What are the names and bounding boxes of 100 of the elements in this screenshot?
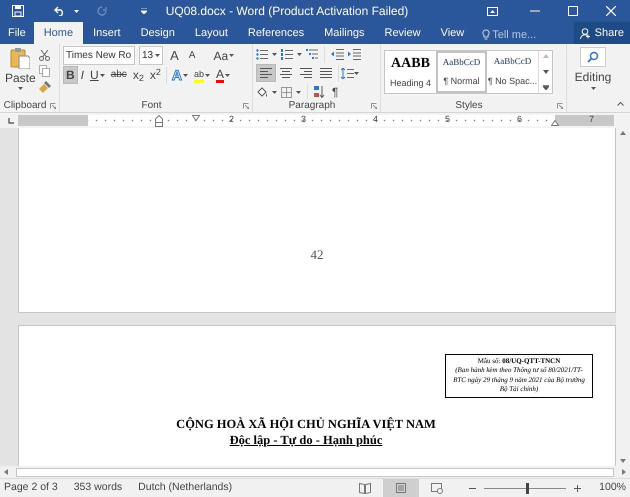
scroll-left-icon[interactable] <box>4 469 8 475</box>
superscript-button[interactable]: x$^{2}$ <box>146 66 164 84</box>
scroll-up-icon[interactable] <box>620 131 626 135</box>
caret-icon[interactable] <box>155 54 160 57</box>
scroll-right-icon[interactable] <box>622 469 626 475</box>
numbering-icon[interactable] <box>281 49 293 60</box>
ribbon-display-options-icon[interactable] <box>487 6 498 16</box>
style-option[interactable]: AaBbCcD ¶ Normal <box>436 51 487 93</box>
align-right-icon <box>300 68 312 78</box>
ruler-number: 4 <box>373 114 378 125</box>
dialog-launcher-icon[interactable] <box>371 103 377 109</box>
maximize-icon[interactable] <box>568 6 578 16</box>
caret-icon[interactable] <box>100 74 105 76</box>
caret-icon[interactable] <box>18 87 23 90</box>
print-layout-icon <box>395 482 408 494</box>
paste-button[interactable]: Paste <box>3 46 38 96</box>
align-left-icon <box>260 68 272 78</box>
ribbon-tab[interactable]: Home <box>34 22 84 44</box>
word-count[interactable]: 353 words <box>74 480 122 496</box>
caret-icon[interactable] <box>204 74 210 76</box>
close-icon[interactable] <box>606 6 616 16</box>
scroll-down-icon[interactable] <box>620 459 626 463</box>
ruler-number: 3 <box>301 114 306 125</box>
dialog-launcher-icon[interactable] <box>557 103 563 109</box>
document-subheading: Độc lập - Tự do - Hạnh phúc <box>230 432 382 447</box>
caret-icon[interactable] <box>297 53 302 56</box>
paintbrush-icon[interactable] <box>38 81 51 93</box>
underline-button[interactable]: U <box>87 66 108 84</box>
tab-selector-icon[interactable] <box>8 118 14 124</box>
caret-icon[interactable] <box>272 53 277 56</box>
undo-icon[interactable] <box>54 6 66 16</box>
increase-indent-icon[interactable] <box>348 49 361 60</box>
bold-button[interactable]: B <box>63 66 78 84</box>
scroll-down-icon[interactable] <box>542 70 548 74</box>
grow-font-button[interactable]: A <box>167 46 182 64</box>
search-icon <box>587 51 599 63</box>
view-button[interactable] <box>383 479 420 497</box>
ruler-number: 6 <box>517 114 522 125</box>
ruler-number: 2 <box>229 114 234 125</box>
caret-icon[interactable] <box>354 72 359 74</box>
dialog-launcher-icon[interactable] <box>243 103 249 109</box>
ruler-number: 7 <box>589 114 594 125</box>
sort-icon[interactable] <box>314 86 325 98</box>
page-number: 42 <box>310 246 324 264</box>
line-spacing-icon[interactable] <box>341 68 354 78</box>
scissors-icon[interactable] <box>38 50 50 61</box>
zoom-thumb[interactable] <box>526 482 529 494</box>
caret-icon[interactable] <box>296 90 301 94</box>
zoom-level[interactable]: 100% <box>599 480 626 496</box>
share-button[interactable]: Share <box>574 22 630 44</box>
change-case-button[interactable]: Aa <box>210 46 238 64</box>
strikethrough-button[interactable]: abc <box>108 66 130 84</box>
save-icon[interactable] <box>12 5 24 17</box>
right-indent-icon[interactable] <box>551 120 559 126</box>
tell-me-field[interactable]: Tell me... <box>490 26 570 44</box>
dialog-launcher-icon[interactable] <box>50 103 56 109</box>
person-icon <box>580 28 591 38</box>
caret-icon[interactable] <box>590 87 596 90</box>
document-heading: CỘNG HOÀ XÃ HỘI CHỦ NGHĨA VIỆT NAM <box>175 416 437 432</box>
customize-toolbar-icon[interactable] <box>141 8 147 14</box>
caret-icon[interactable] <box>225 74 230 76</box>
ribbon-tab[interactable]: Insert <box>83 22 131 44</box>
ribbon-tab[interactable]: Design <box>130 22 185 44</box>
highlight-button[interactable]: ab <box>190 66 213 84</box>
font-size-field[interactable]: 13 <box>139 46 164 65</box>
caret-icon[interactable] <box>272 90 277 94</box>
font-name-field[interactable]: Times New Ro <box>63 46 135 65</box>
ribbon-tab[interactable]: Mailings <box>314 22 374 44</box>
align-left-button[interactable] <box>256 64 276 82</box>
borders-icon[interactable] <box>281 86 292 98</box>
ribbon-tab[interactable]: Review <box>374 22 431 44</box>
first-line-indent-icon[interactable] <box>192 115 200 121</box>
decrease-indent-icon[interactable] <box>331 49 344 60</box>
editing-button[interactable]: Editing <box>570 46 616 98</box>
ribbon-tab[interactable]: File <box>0 22 34 44</box>
paint-bucket-icon[interactable] <box>256 86 268 98</box>
read-mode-icon <box>359 482 372 494</box>
ribbon-tab[interactable]: References <box>238 22 314 44</box>
subscript-button[interactable]: x$_{2}$ <box>130 66 147 84</box>
ribbon-tab[interactable]: View <box>430 22 474 44</box>
ruler-number: 5 <box>445 114 450 125</box>
caret-icon[interactable] <box>229 54 234 57</box>
scrollbar-thumb[interactable] <box>16 468 614 476</box>
shrink-font-button[interactable]: A <box>186 46 198 64</box>
indent-marker-icon[interactable] <box>155 115 163 127</box>
multilevel-list-icon[interactable] <box>306 49 318 60</box>
page-count[interactable]: Page 2 of 3 <box>4 480 58 496</box>
show-formatting-marks-button[interactable]: ¶ <box>329 83 342 101</box>
font-color-button[interactable]: A <box>212 66 233 84</box>
align-justify-icon <box>320 68 332 78</box>
caret-icon[interactable] <box>74 10 79 12</box>
zoom-in-icon[interactable] <box>574 484 582 492</box>
language-indicator[interactable]: Dutch (Netherlands) <box>138 480 232 496</box>
bullets-icon[interactable] <box>256 49 268 60</box>
ribbon-tab[interactable]: Layout <box>184 22 238 44</box>
collapse-ribbon-icon[interactable] <box>617 102 624 106</box>
more-styles-icon[interactable] <box>542 85 548 90</box>
caret-icon[interactable] <box>182 74 188 76</box>
align-center-icon <box>280 68 292 78</box>
italic-button[interactable]: I <box>78 66 88 84</box>
